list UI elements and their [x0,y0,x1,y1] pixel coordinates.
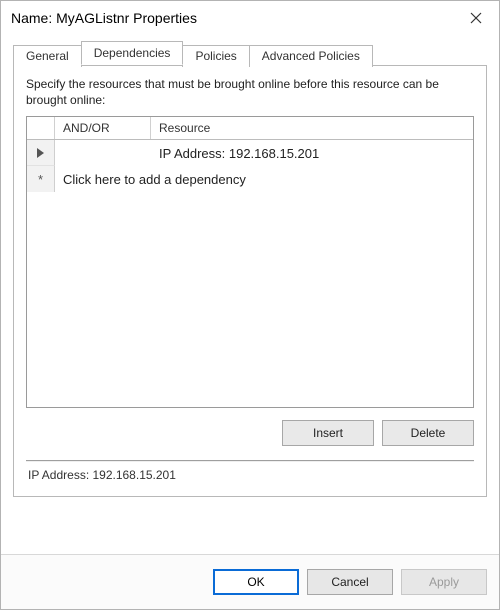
grid-header-andor[interactable]: AND/OR [55,117,151,139]
spacer [13,497,487,554]
dependencies-panel: Specify the resources that must be broug… [13,65,487,497]
new-row-icon: * [38,173,43,186]
window-title: Name: MyAGListnr Properties [11,10,197,26]
grid-row[interactable]: IP Address: 192.168.15.201 [27,140,473,166]
grid-button-row: Insert Delete [26,420,474,446]
grid-header-row: AND/OR Resource [27,117,473,140]
tab-dependencies[interactable]: Dependencies [81,41,184,65]
dependencies-grid[interactable]: AND/OR Resource IP Address: 192.168.15.2… [26,116,474,408]
dependency-summary: IP Address: 192.168.15.201 [26,462,474,484]
tab-general[interactable]: General [13,45,82,67]
instruction-text: Specify the resources that must be broug… [26,76,474,108]
dialog-body: General Dependencies Policies Advanced P… [1,35,499,554]
row-selector-new[interactable]: * [27,166,55,192]
tab-strip: General Dependencies Policies Advanced P… [13,41,487,65]
properties-dialog: Name: MyAGListnr Properties General Depe… [0,0,500,610]
current-row-icon [37,148,44,158]
title-bar: Name: MyAGListnr Properties [1,1,499,35]
tab-advanced-policies[interactable]: Advanced Policies [249,45,373,67]
cell-andor[interactable] [55,140,151,166]
grid-rows: IP Address: 192.168.15.201 * Click here … [27,140,473,407]
ok-button[interactable]: OK [213,569,299,595]
dialog-button-bar: OK Cancel Apply [1,554,499,609]
insert-button[interactable]: Insert [282,420,374,446]
row-selector[interactable] [27,140,55,166]
delete-button[interactable]: Delete [382,420,474,446]
grid-header-rowselector [27,117,55,139]
cell-resource[interactable]: IP Address: 192.168.15.201 [151,140,473,166]
tab-policies[interactable]: Policies [182,45,249,67]
apply-button[interactable]: Apply [401,569,487,595]
close-icon [470,12,482,24]
new-row-placeholder[interactable]: Click here to add a dependency [55,166,473,192]
grid-new-row[interactable]: * Click here to add a dependency [27,166,473,192]
cancel-button[interactable]: Cancel [307,569,393,595]
close-button[interactable] [453,1,499,35]
grid-header-resource[interactable]: Resource [151,117,473,139]
